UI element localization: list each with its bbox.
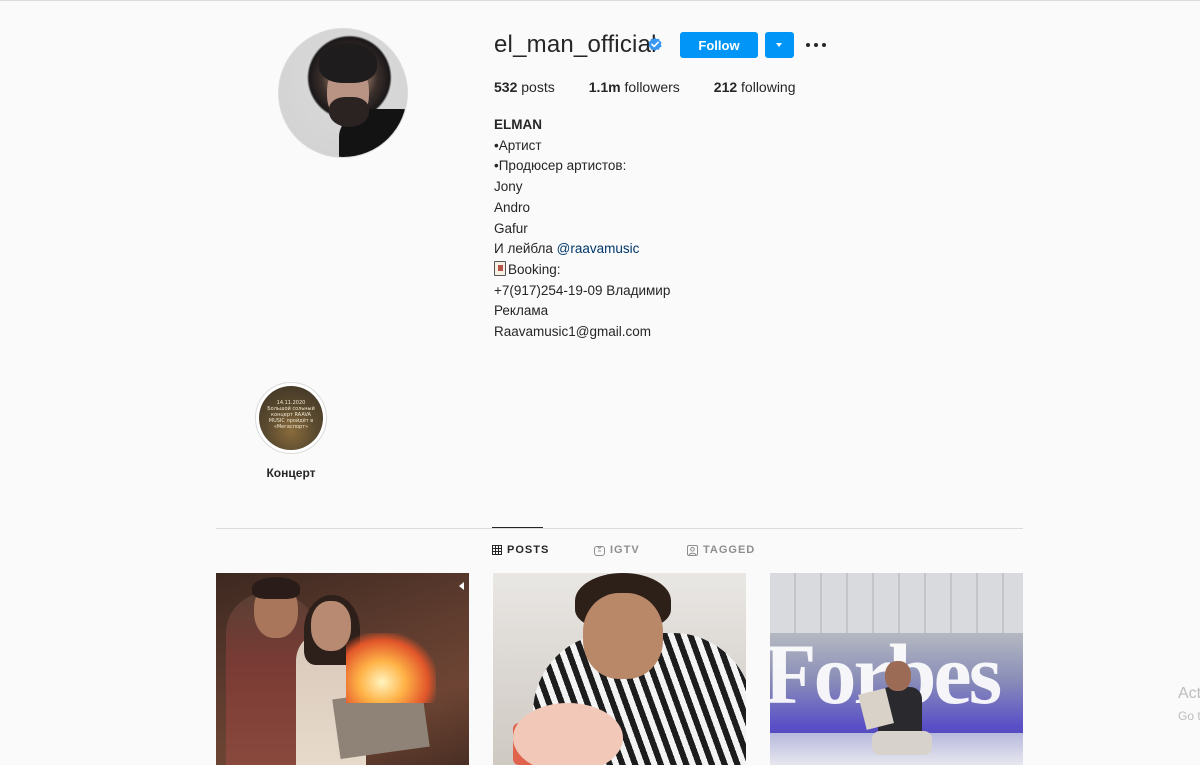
- followers-stat[interactable]: 1.1m followers: [589, 79, 680, 95]
- book-emoji-icon: [494, 260, 506, 276]
- more-dot-icon: [822, 43, 826, 47]
- profile-bio: ELMAN •Артист •Продюсер артистов: Jony A…: [494, 115, 670, 343]
- more-dot-icon: [814, 43, 818, 47]
- following-label: following: [737, 79, 796, 95]
- bio-ads: Реклама: [494, 303, 549, 319]
- bio-line: •Артист: [494, 137, 542, 153]
- bio-phone: +7(917)254-19-09 Владимир: [494, 282, 671, 298]
- bio-label-prefix: И лейбла: [494, 241, 557, 257]
- watermark-line-2: Go t: [1178, 709, 1200, 723]
- suggested-accounts-dropdown-button[interactable]: [765, 32, 794, 58]
- chevron-down-icon: [776, 43, 782, 47]
- bio-booking-label: Booking:: [508, 261, 561, 277]
- tab-tagged[interactable]: TAGGED: [687, 544, 755, 556]
- bio-booking-line: Booking:: [494, 260, 670, 281]
- post-fire: [346, 633, 436, 703]
- post-figure: [858, 661, 932, 761]
- post-thumbnail[interactable]: Forbes: [770, 573, 1023, 765]
- post-ceiling: [770, 573, 1023, 633]
- igtv-icon: [594, 545, 605, 556]
- following-stat[interactable]: 212 following: [714, 79, 796, 95]
- verified-badge-icon: [647, 37, 663, 53]
- avatar-hair: [319, 43, 377, 83]
- tabs-divider: [216, 528, 1023, 529]
- active-tab-indicator: [492, 527, 543, 528]
- bio-email: Raavamusic1@gmail.com: [494, 324, 652, 340]
- profile-username: el_man_official: [494, 31, 657, 58]
- post-figure: [311, 601, 351, 651]
- post-figure: [513, 703, 623, 765]
- bio-label-line: И лейбла @raavamusic: [494, 239, 670, 260]
- profile-avatar[interactable]: [278, 28, 408, 158]
- posts-stat: 532 posts: [494, 79, 555, 95]
- follow-button[interactable]: Follow: [680, 32, 758, 58]
- top-border: [0, 0, 1200, 1]
- story-highlight-concert[interactable]: 14.11.2020 Большой сольный концерт RAAVA…: [255, 382, 327, 454]
- following-count: 212: [713, 79, 738, 95]
- profile-stats: 532 posts 1.1m followers 212 following: [494, 79, 830, 95]
- bio-line: Jony: [494, 179, 523, 195]
- highlight-cover: 14.11.2020 Большой сольный концерт RAAVA…: [259, 386, 323, 450]
- followers-count: 1.1m: [588, 79, 621, 95]
- posts-count: 532: [494, 79, 518, 95]
- raavamusic-mention-link[interactable]: @raavamusic: [557, 241, 640, 256]
- followers-label: followers: [620, 79, 680, 95]
- tab-posts[interactable]: POSTS: [492, 544, 549, 556]
- bio-line: •Продюсер артистов:: [494, 158, 627, 174]
- tagged-icon: [687, 544, 698, 556]
- highlight-label: Концерт: [266, 466, 316, 480]
- tab-tagged-label: TAGGED: [703, 544, 756, 556]
- bio-line: Andro: [494, 199, 531, 215]
- more-dot-icon: [806, 43, 810, 47]
- tab-igtv-label: IGTV: [610, 544, 640, 556]
- post-figure: [252, 577, 300, 599]
- more-options-button[interactable]: [804, 34, 828, 56]
- video-camera-icon: [446, 580, 464, 592]
- posts-label: posts: [517, 79, 555, 95]
- profile-page: el_man_official Follow 532 posts 1.1m fo…: [0, 0, 1200, 765]
- highlight-cover-text: 14.11.2020 Большой сольный концерт RAAVA…: [267, 400, 315, 430]
- post-thumbnail[interactable]: [493, 573, 746, 765]
- post-figure: [583, 593, 663, 679]
- windows-activation-watermark: Act Go t: [1178, 683, 1200, 727]
- tab-posts-label: POSTS: [507, 544, 550, 556]
- bio-full-name: ELMAN: [494, 117, 542, 132]
- bio-line: Gafur: [494, 220, 528, 236]
- tab-igtv[interactable]: IGTV: [594, 544, 640, 556]
- watermark-line-1: Act: [1178, 685, 1200, 702]
- post-thumbnail[interactable]: [216, 573, 469, 765]
- grid-icon: [492, 545, 502, 555]
- avatar-beard: [329, 97, 369, 127]
